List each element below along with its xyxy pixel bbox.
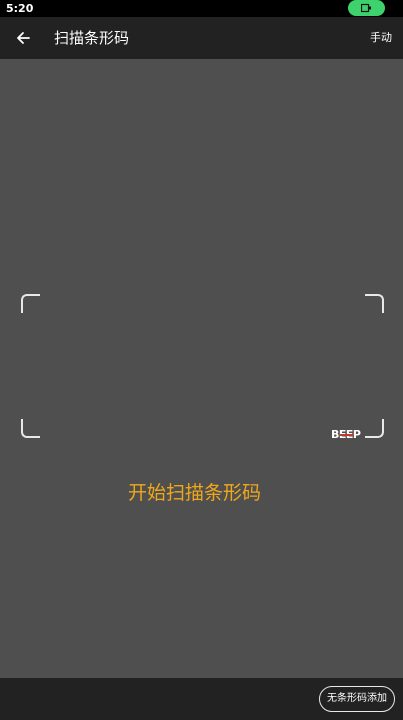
scan-frame-corner-bottom-left xyxy=(21,419,40,438)
status-time: 5:20 xyxy=(6,2,34,15)
add-without-barcode-button[interactable]: 无条形码添加 xyxy=(319,686,395,712)
scan-prompt: 开始扫描条形码 xyxy=(127,482,261,504)
scan-frame-corner-top-left xyxy=(21,294,40,313)
scan-frame-corner-bottom-right xyxy=(365,419,384,438)
watermark-logo: BEEP xyxy=(331,428,361,441)
arrow-left-icon xyxy=(17,32,30,44)
status-bar: 5:20 xyxy=(0,0,403,17)
battery-icon xyxy=(361,3,371,13)
manual-entry-button[interactable]: 手动 xyxy=(370,17,392,59)
back-button[interactable] xyxy=(10,25,38,53)
bottom-bar: 无条形码添加 xyxy=(0,678,403,720)
page-title: 扫描条形码 xyxy=(54,29,130,47)
app-bar: 扫描条形码 手动 xyxy=(0,17,403,59)
battery-indicator xyxy=(348,0,385,16)
scan-frame-corner-top-right xyxy=(365,294,384,313)
camera-preview: BEEP 开始扫描条形码 xyxy=(0,59,403,678)
